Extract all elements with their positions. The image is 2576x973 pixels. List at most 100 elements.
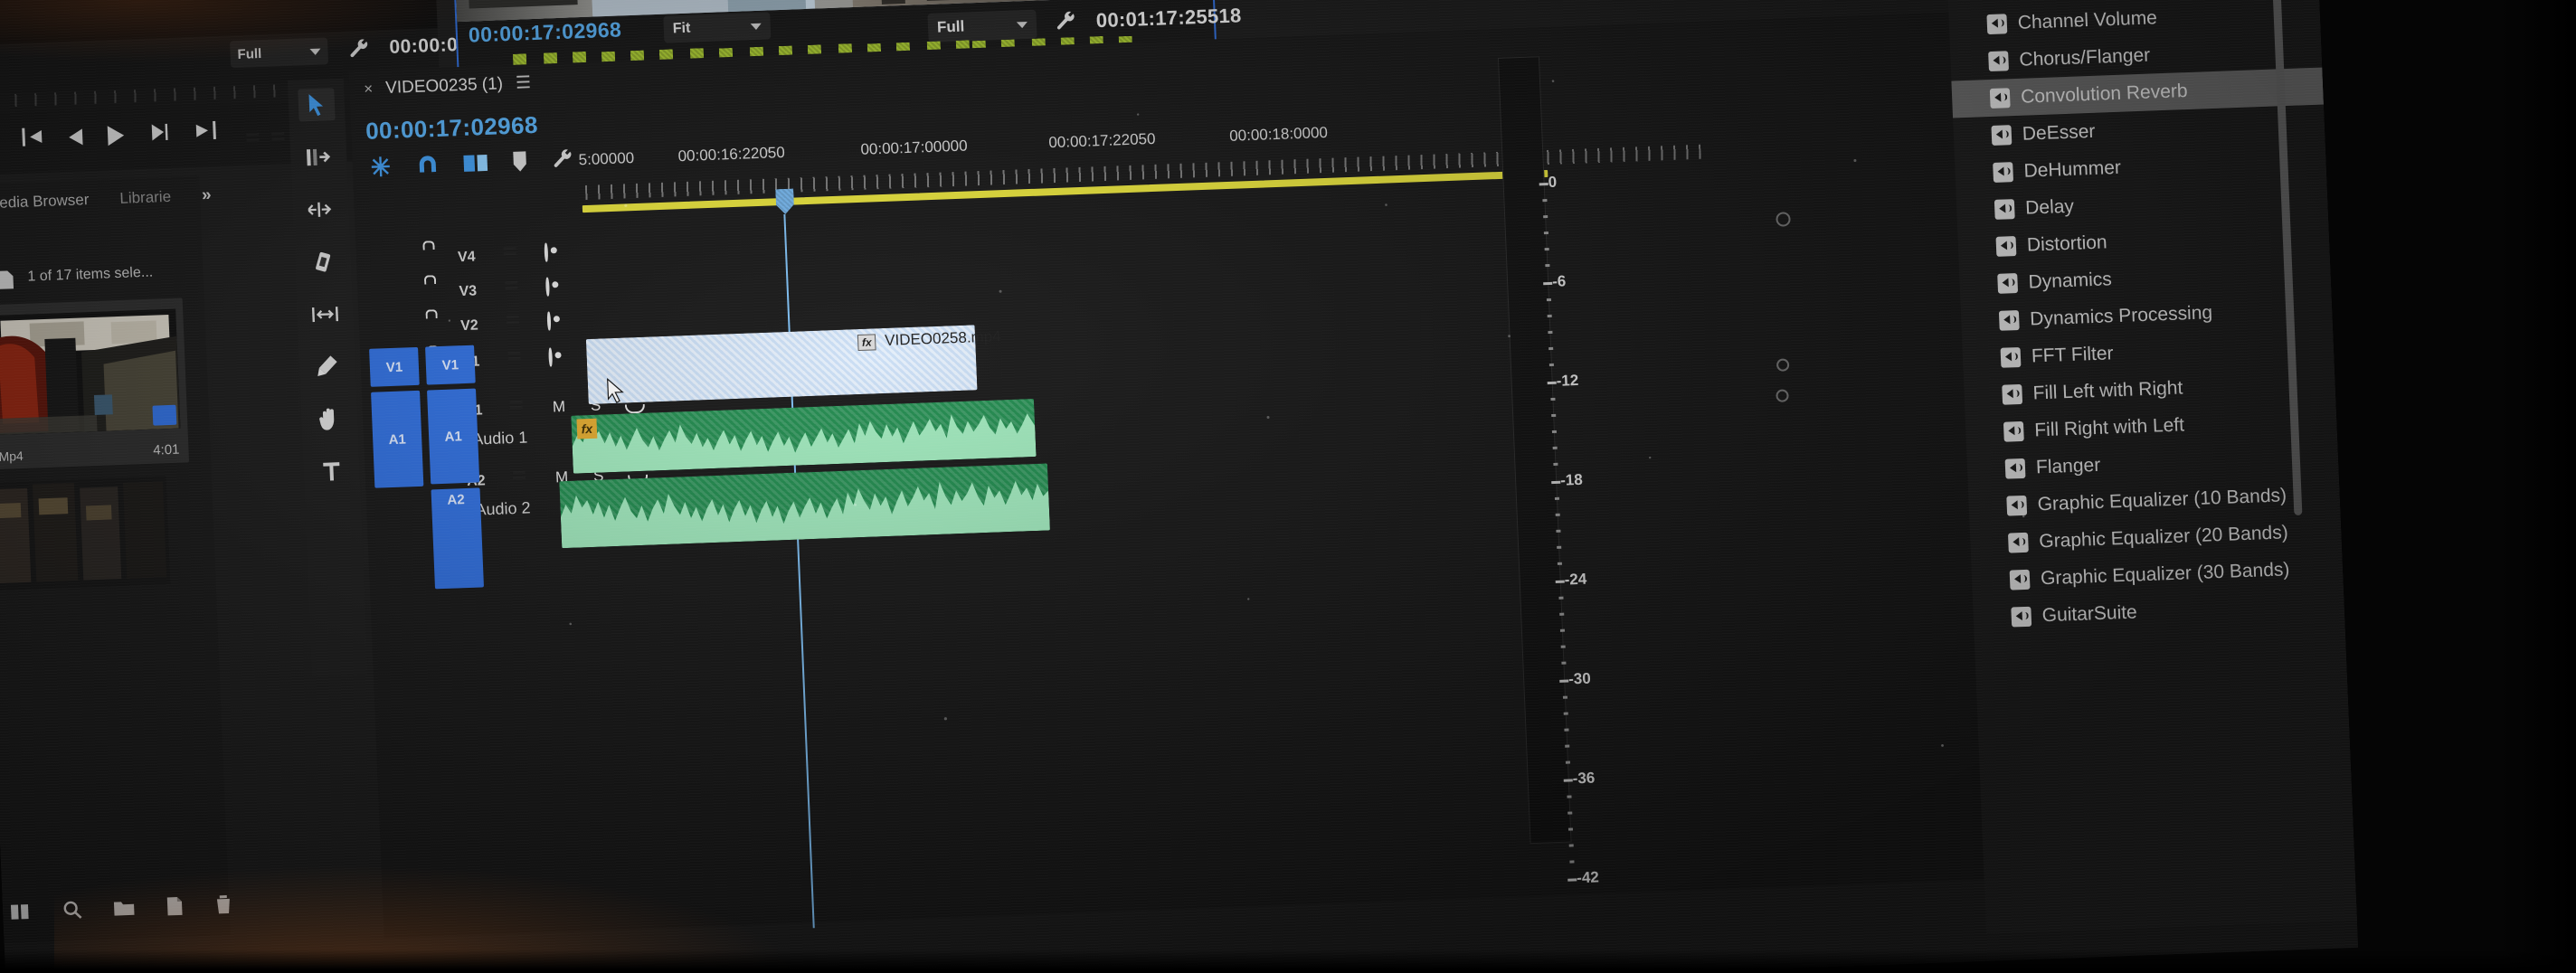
timeline-playhead-timecode[interactable]: 00:00:17:02968 — [365, 111, 539, 146]
audio-effect-icon — [2007, 532, 2029, 553]
project-panel: Media Browser Librarie » 1 of 17 items s… — [0, 175, 233, 944]
program-duration-timecode[interactable]: 00:01:17:25518 — [1095, 4, 1242, 33]
effects-panel: BalanceBandpassBassBinauralizer - Ambiso… — [1942, 0, 2359, 934]
mute-button-a1[interactable]: M — [552, 398, 565, 417]
hand-tool[interactable] — [311, 402, 348, 436]
selection-tool[interactable] — [298, 88, 336, 122]
effect-label: Graphic Equalizer (30 Bands) — [2040, 558, 2290, 589]
effect-label: GuitarSuite — [2041, 600, 2138, 626]
pen-tool[interactable] — [308, 350, 346, 383]
clip-name-label: .Mp4 — [0, 448, 24, 465]
go-to-out-button[interactable] — [194, 118, 219, 146]
timeline-toolbar — [368, 146, 575, 184]
sequence-tab-title[interactable]: VIDEO0235 (1) — [385, 74, 504, 99]
chevron-down-icon — [750, 23, 762, 30]
wrench-icon[interactable] — [347, 38, 372, 67]
chevron-down-icon — [1016, 21, 1028, 28]
wrench-icon[interactable] — [551, 147, 575, 176]
magnet-icon[interactable] — [415, 153, 440, 180]
effect-label: Flanger — [2035, 454, 2101, 477]
timeline-scroll-handle-top[interactable] — [1776, 212, 1791, 227]
effect-label: Distortion — [2026, 231, 2108, 256]
project-item-card[interactable]: .Mp4 4:01 — [0, 298, 190, 470]
maps-badge-icon — [152, 404, 177, 426]
toggle-track-output-icon[interactable] — [545, 277, 550, 297]
toggle-track-output-icon[interactable] — [548, 347, 554, 367]
audio-effect-icon — [1994, 198, 2015, 220]
audio-effect-icon — [2011, 606, 2032, 628]
meter-label-18: -18 — [1559, 470, 1584, 489]
premiere-pro-window: Full 00:00:04:01 00:00:17:02968 Fit Full… — [0, 0, 2359, 973]
program-fit-dropdown[interactable]: Fit — [663, 12, 772, 43]
marker-icon[interactable] — [511, 150, 528, 177]
tab-media-browser[interactable]: Media Browser — [0, 191, 90, 213]
track-name-audio1: Audio 1 — [471, 428, 528, 449]
close-icon[interactable]: × — [364, 80, 374, 99]
source-quality-dropdown[interactable]: Full — [229, 37, 329, 69]
project-panel-tabs: Media Browser Librarie » — [0, 180, 212, 221]
source-patch-v1[interactable]: V1 — [369, 346, 420, 387]
double-chevron-right-icon[interactable]: » — [202, 185, 212, 205]
audio-effect-icon — [2004, 458, 2026, 479]
delete-button[interactable] — [214, 894, 233, 920]
source-patch-a1[interactable]: A1 — [371, 390, 424, 488]
ruler-label-0: 5:00000 — [578, 148, 635, 169]
program-playhead-timecode[interactable]: 00:00:17:02968 — [468, 17, 621, 47]
new-bin-button[interactable] — [113, 899, 136, 922]
linked-selection-icon[interactable] — [462, 151, 488, 178]
project-item-card-partial[interactable] — [0, 476, 171, 591]
search-button[interactable] — [62, 900, 83, 925]
slip-tool[interactable] — [307, 298, 344, 331]
play-button[interactable] — [107, 125, 125, 146]
new-item-button[interactable] — [166, 896, 185, 921]
target-track-a1[interactable]: A1 — [427, 388, 480, 485]
timeline-scroll-handle-mid[interactable] — [1776, 358, 1790, 372]
audio-effect-icon — [2002, 383, 2023, 405]
track-label-v4: V4 — [457, 249, 476, 266]
go-to-in-button[interactable] — [20, 125, 44, 152]
track-header-v2[interactable]: V2 — [359, 308, 586, 349]
step-forward-button[interactable] — [149, 121, 170, 146]
hamburger-menu-icon[interactable]: ☰ — [516, 73, 532, 93]
program-fit-label: Fit — [672, 20, 691, 37]
timeline-playhead-handle[interactable] — [775, 189, 794, 215]
snowflake-icon[interactable] — [368, 154, 393, 183]
timeline-clip-video[interactable]: fx VIDEO0258.mp4 — [585, 325, 1001, 405]
audio-effect-icon — [1997, 272, 2019, 294]
list-view-button[interactable] — [10, 902, 33, 926]
tab-libraries[interactable]: Librarie — [119, 188, 171, 208]
track-select-forward-tool[interactable] — [300, 140, 337, 174]
target-track-a2-label: A2 — [447, 492, 465, 508]
effect-label: Fill Right with Left — [2033, 413, 2185, 440]
fx-badge-icon: fx — [576, 418, 598, 439]
ripple-edit-tool[interactable] — [302, 193, 339, 226]
monitor-bezel-bottom — [0, 949, 2576, 973]
type-tool[interactable] — [313, 455, 350, 488]
meter-label-30: -30 — [1567, 669, 1592, 688]
photographed-screen: Full 00:00:04:01 00:00:17:02968 Fit Full… — [0, 0, 2576, 973]
timeline-playhead-line — [783, 213, 815, 929]
effect-label: Fill Left with Right — [2032, 376, 2183, 403]
project-panel-footer — [10, 894, 233, 927]
audio-effect-icon — [2000, 346, 2022, 368]
toggle-track-output-icon[interactable] — [546, 311, 552, 331]
razor-tool[interactable] — [304, 245, 341, 279]
meter-label-6: -6 — [1551, 272, 1567, 290]
timeline-scroll-handle-bottom[interactable] — [1776, 389, 1789, 402]
source-monitor-video[interactable] — [0, 0, 438, 45]
audio-effect-icon — [2009, 569, 2031, 590]
monitor-bezel-right — [2449, 0, 2576, 973]
ruler-label-4: 00:00:18:0000 — [1228, 123, 1329, 145]
effect-label: FFT Filter — [2031, 342, 2114, 367]
toggle-track-output-icon[interactable] — [544, 242, 549, 262]
target-track-v1[interactable]: V1 — [425, 345, 476, 385]
meter-label-36: -36 — [1572, 769, 1596, 788]
meter-label-42: -42 — [1576, 868, 1600, 887]
target-track-a2[interactable]: A2 — [431, 487, 484, 590]
effect-label: Chorus/Flanger — [2019, 44, 2151, 71]
step-back-button[interactable] — [68, 128, 83, 146]
track-label-v2: V2 — [459, 317, 479, 335]
chevron-down-icon — [309, 48, 321, 55]
effect-label: DeEsser — [2022, 120, 2096, 145]
audio-effect-icon — [1989, 87, 2011, 109]
